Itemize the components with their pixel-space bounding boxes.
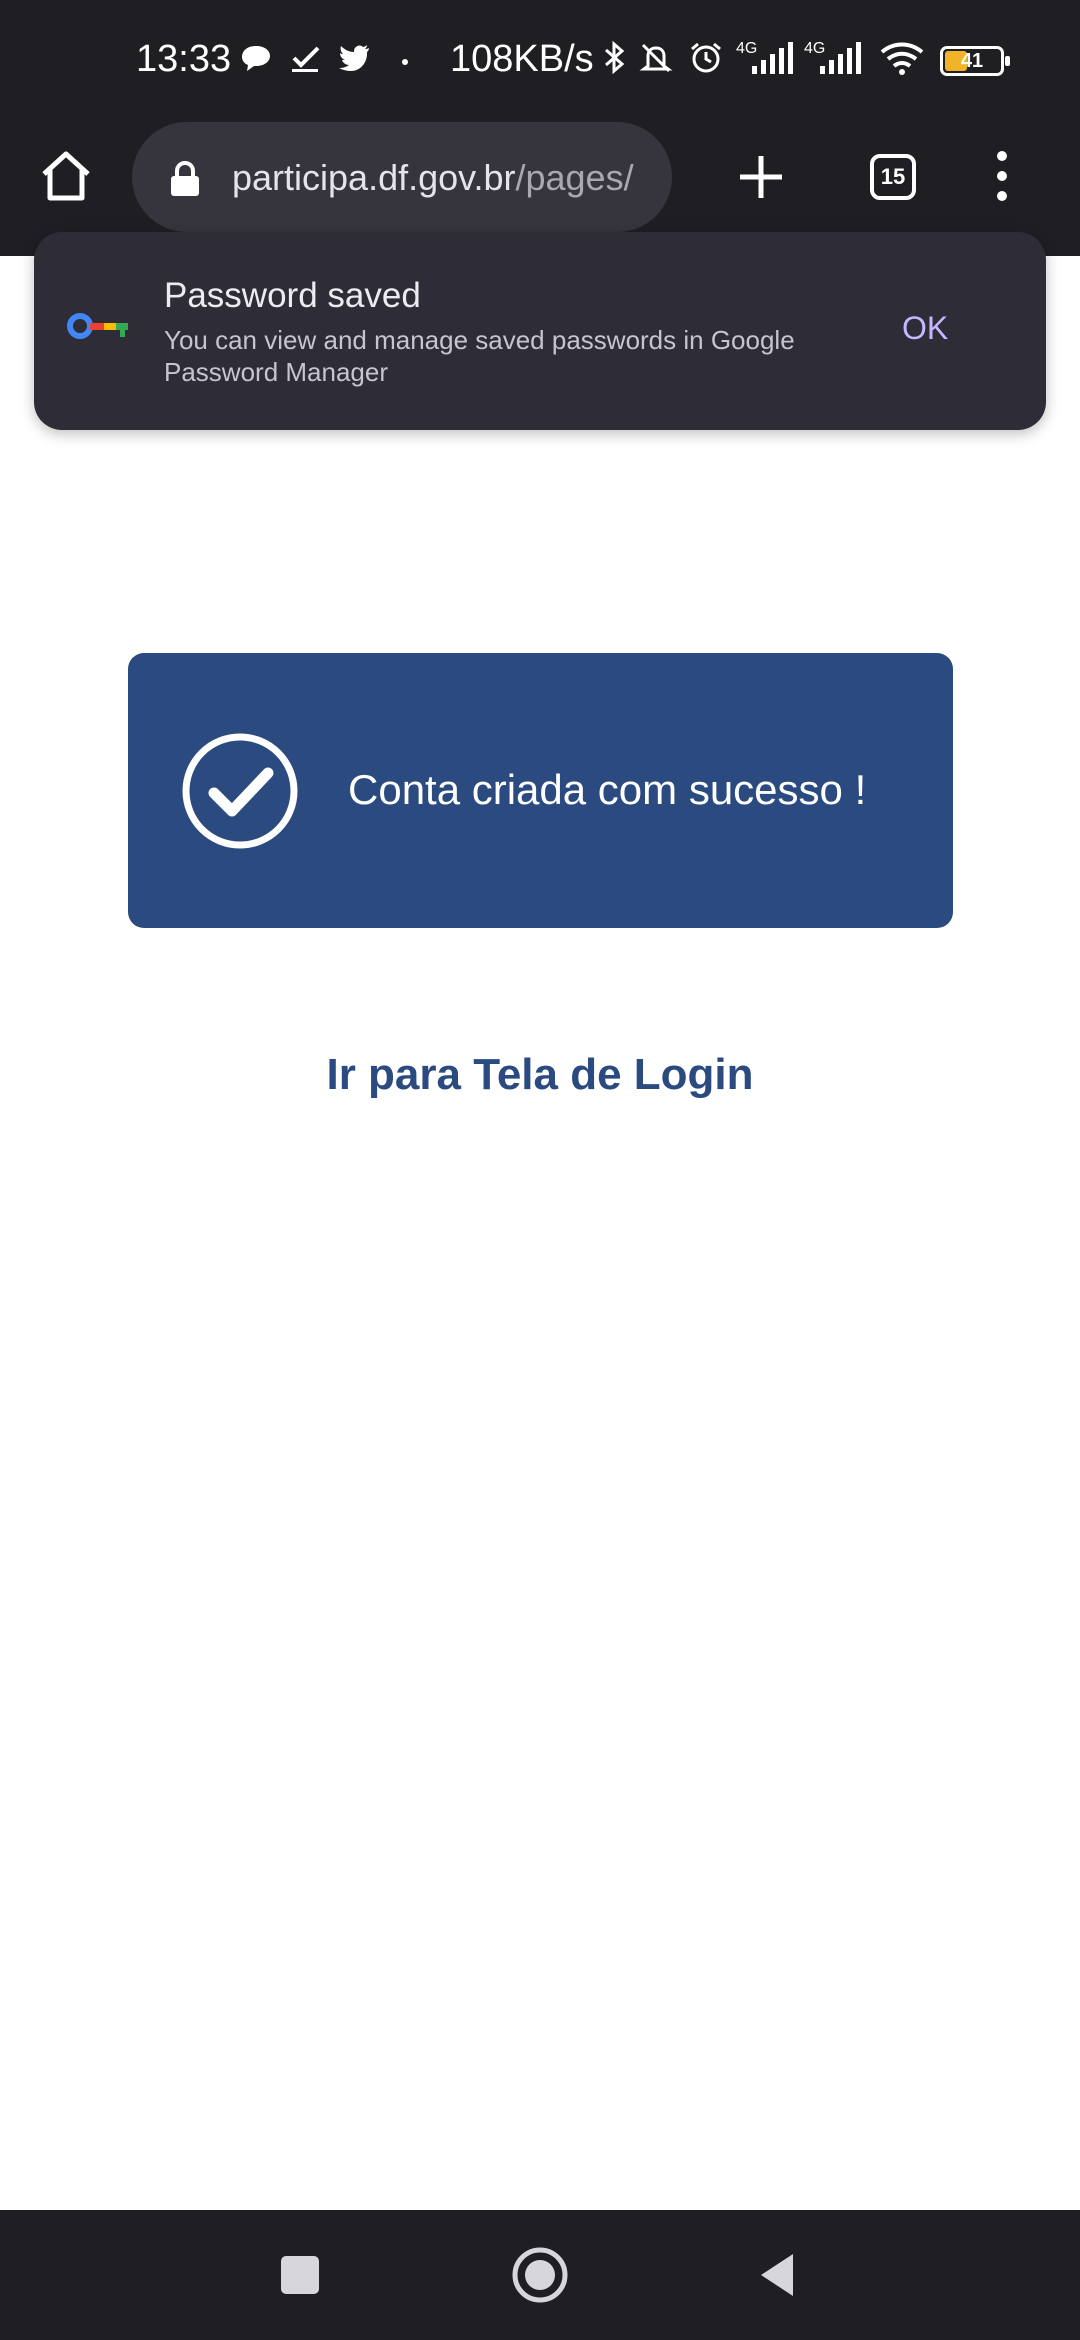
password-key-icon: [67, 313, 128, 339]
network-speed: 108KB/s: [450, 38, 594, 80]
success-message: Conta criada com sucesso !: [348, 766, 867, 813]
home-circle-icon[interactable]: [505, 2240, 575, 2310]
back-triangle-icon[interactable]: [745, 2240, 815, 2310]
navigation-bar: [0, 2210, 1080, 2340]
status-time: 13:33: [136, 38, 232, 80]
check-icon: [292, 46, 320, 72]
bell-off-icon: [639, 43, 673, 73]
signal-icon: [820, 42, 861, 74]
snackbar-message: You can view and manage saved passwords …: [164, 325, 795, 387]
url-text[interactable]: participa.df.gov.br/pages/: [232, 156, 662, 200]
go-to-login-link[interactable]: Ir para Tela de Login: [0, 1050, 1080, 1100]
battery-level: 41: [960, 50, 984, 72]
address-bar[interactable]: participa.df.gov.br/pages/: [132, 122, 672, 232]
url-path: /pages/: [515, 157, 634, 198]
tab-count: 15: [880, 164, 906, 189]
wifi-icon: [880, 42, 924, 75]
alarm-icon: [691, 42, 721, 73]
check-circle-icon: [182, 733, 298, 849]
tabs-icon[interactable]: 15: [870, 154, 916, 200]
snackbar-title: Password saved: [164, 276, 421, 315]
url-host: participa.df.gov.br: [232, 157, 516, 198]
chat-bubble-icon: [242, 46, 270, 71]
ok-button[interactable]: OK: [902, 310, 948, 347]
signal-icon: [752, 42, 793, 74]
dot-icon: [402, 59, 408, 65]
screen: 13:33 108KB/s 4G 4G 41 participa.df.gov.…: [0, 0, 1080, 2340]
success-panel: Conta criada com sucesso !: [128, 653, 953, 928]
battery-icon: 41: [940, 46, 1010, 76]
lock-icon[interactable]: [168, 160, 202, 198]
status-bar: 13:33 108KB/s 4G 4G 41: [0, 0, 1080, 120]
password-saved-snackbar: Password saved You can view and manage s…: [34, 232, 1046, 430]
recents-square-icon[interactable]: [265, 2240, 335, 2310]
twitter-icon: [339, 45, 369, 71]
plus-icon[interactable]: [736, 152, 786, 202]
home-icon[interactable]: [38, 148, 94, 204]
bluetooth-icon: [605, 40, 625, 75]
more-vert-icon[interactable]: [990, 148, 1014, 204]
